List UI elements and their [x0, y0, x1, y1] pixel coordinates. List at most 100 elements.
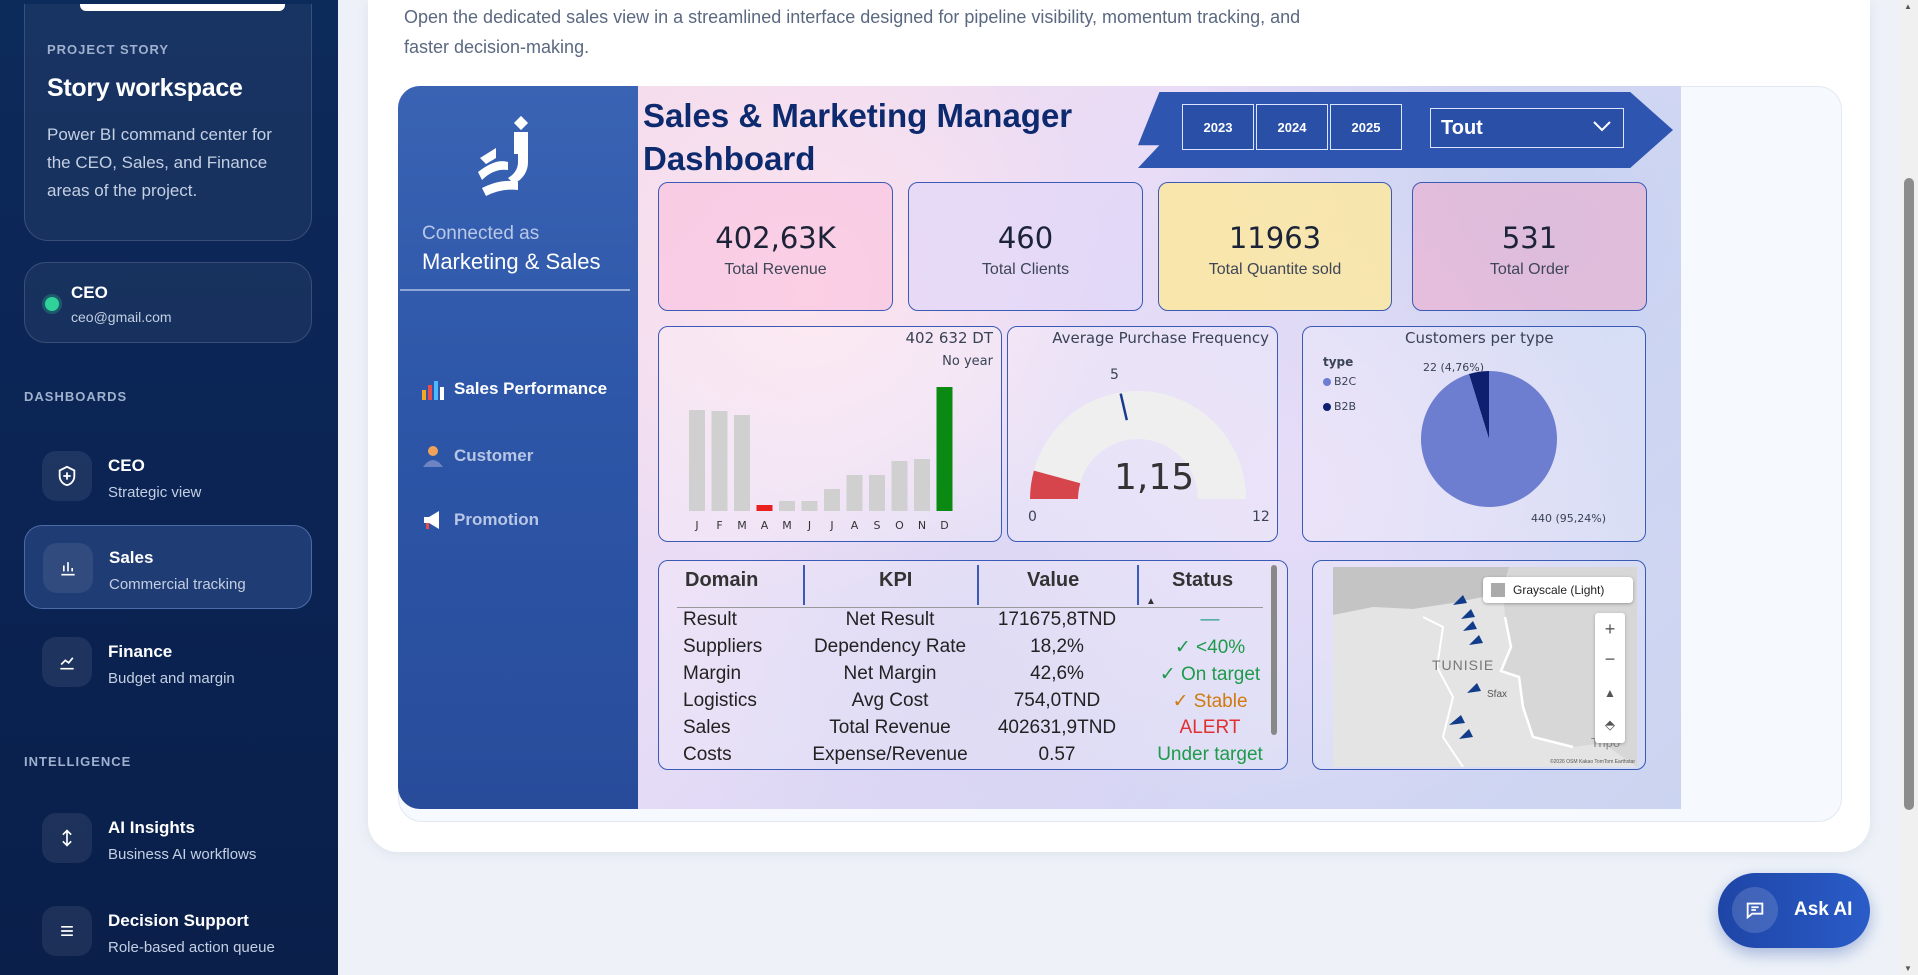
cell-status: Under target: [1157, 744, 1263, 765]
x-tick-label: A: [851, 519, 859, 532]
bar-J[interactable]: [689, 410, 705, 511]
scroll-up-icon[interactable]: ▲: [1904, 2, 1912, 11]
table-scrollbar[interactable]: [1271, 565, 1277, 735]
compass-icon[interactable]: ⬘: [1595, 709, 1625, 741]
bar-J[interactable]: [824, 489, 840, 511]
connected-name: Marketing & Sales: [422, 249, 601, 274]
kpi-card-total-clients[interactable]: 460 Total Clients: [908, 182, 1143, 311]
x-tick-label: J: [829, 519, 833, 532]
monthly-revenue-chart-panel[interactable]: 402 632 DT No year JFMAMJJASOND: [658, 326, 1002, 542]
kpi-label: Total Quantite sold: [1208, 261, 1342, 278]
bar-N[interactable]: [914, 459, 930, 511]
sidebar-item-finance[interactable]: Finance Budget and margin: [24, 620, 312, 704]
cell-domain: Result: [683, 609, 737, 630]
zoom-out-icon[interactable]: −: [1595, 645, 1625, 677]
bar-chart-icon: [420, 376, 446, 402]
ask-ai-label: Ask AI: [1794, 899, 1853, 920]
category-slicer[interactable]: Tout: [1430, 108, 1624, 148]
kpi-card-total-quantity[interactable]: 11963 Total Quantite sold: [1158, 182, 1392, 311]
sort-ascending-icon[interactable]: ▲: [1146, 596, 1156, 607]
connected-label: Connected as: [422, 223, 540, 244]
scroll-down-icon[interactable]: ▼: [1904, 964, 1912, 973]
x-tick-label: O: [895, 519, 904, 532]
cell-kpi: Expense/Revenue: [812, 744, 968, 765]
bar-O[interactable]: [891, 461, 908, 511]
map-controls: + − ▲ ⬘: [1595, 613, 1625, 743]
report-nav-label: Customer: [454, 446, 534, 465]
divider: [400, 289, 630, 291]
shield-plus-icon: [42, 451, 92, 501]
gauge-target-label: 5: [1110, 367, 1119, 383]
kpi-label: Total Clients: [981, 261, 1070, 278]
sidebar-item-ai-insights[interactable]: AI Insights Business AI workflows: [24, 796, 312, 880]
bar-F[interactable]: [711, 411, 728, 511]
year-button-2024[interactable]: 2024: [1256, 104, 1328, 150]
sidebar-item-subtitle: Strategic view: [108, 484, 202, 501]
map-style-picker[interactable]: Grayscale (Light): [1483, 577, 1633, 603]
year-button-2025[interactable]: 2025: [1330, 104, 1402, 150]
column-header-domain[interactable]: Domain: [685, 569, 758, 592]
sidebar-item-title: Decision Support: [108, 911, 249, 930]
kpi-label: Total Revenue: [724, 261, 827, 278]
cell-value: 0.57: [1038, 744, 1076, 765]
ask-ai-button[interactable]: Ask AI: [1718, 873, 1870, 948]
map-style-label: Grayscale (Light): [1513, 583, 1605, 597]
map-pin-icon: [1459, 729, 1473, 739]
bar-S[interactable]: [869, 475, 885, 511]
report-nav-label: Promotion: [454, 510, 539, 529]
bar-chart-icon: [43, 543, 93, 593]
kpi-value: 402,63K: [715, 221, 836, 255]
sidebar-item-decision-support[interactable]: Decision Support Role-based action queue: [24, 889, 312, 973]
zoom-in-icon[interactable]: +: [1595, 613, 1625, 645]
bar-A[interactable]: [756, 505, 773, 511]
cell-status: ✓ <40%: [1174, 637, 1246, 658]
kpi-status-table-panel[interactable]: Domain KPI Value Status ▲ Result Net Resu…: [658, 560, 1288, 770]
scrollbar-thumb[interactable]: [1904, 178, 1914, 810]
cell-domain: Logistics: [683, 690, 757, 711]
cell-kpi: Avg Cost: [851, 690, 929, 711]
online-status-dot: [45, 297, 59, 311]
chevron-down-icon: [1591, 115, 1613, 142]
map-pin-icon: [1463, 621, 1477, 631]
column-header-status[interactable]: Status: [1172, 569, 1233, 592]
slicer-value: Tout: [1441, 116, 1483, 139]
customers-per-type-panel[interactable]: Customers per type type B2C B2B 22 (4,76…: [1302, 326, 1646, 542]
report-nav-customer[interactable]: Customer: [420, 443, 533, 469]
user-card[interactable]: CEO ceo@gmail.com: [24, 262, 312, 343]
cell-value: 42,6%: [1030, 663, 1084, 684]
pie-slice-b2c[interactable]: [1421, 371, 1557, 507]
column-header-kpi[interactable]: KPI: [879, 569, 912, 592]
bar-J[interactable]: [801, 501, 818, 511]
cell-kpi: Net Result: [845, 609, 935, 630]
map-panel[interactable]: TUNISIE Sfax Tripo Grayscale (Light) + −…: [1312, 560, 1646, 770]
report-nav-sales-performance[interactable]: Sales Performance: [420, 376, 607, 402]
cell-domain: Suppliers: [683, 636, 763, 657]
map[interactable]: TUNISIE Sfax Tripo Grayscale (Light) + −…: [1333, 567, 1637, 767]
sidebar-item-ceo[interactable]: CEO Strategic view: [24, 434, 312, 518]
column-header-value[interactable]: Value: [1027, 569, 1079, 592]
purchase-frequency-gauge-panel[interactable]: Average Purchase Frequency 5 1,15 0 12: [1007, 326, 1278, 542]
cell-value: 402631,9TND: [997, 717, 1117, 738]
story-card: PROJECT STORY Story workspace Power BI c…: [24, 4, 312, 241]
page-description: Open the dedicated sales view in a strea…: [404, 7, 1301, 57]
report-nav-promotion[interactable]: Promotion: [420, 507, 539, 533]
kpi-value: 460: [997, 221, 1054, 255]
powerbi-report[interactable]: Connected as Marketing & Sales Sales Per…: [398, 86, 1681, 809]
page-scrollbar[interactable]: ▲ ▼: [1900, 0, 1918, 975]
bar-D[interactable]: [936, 387, 953, 511]
kpi-card-total-revenue[interactable]: 402,63K Total Revenue: [658, 182, 893, 311]
bar-M[interactable]: [779, 501, 795, 511]
year-button-2023[interactable]: 2023: [1182, 104, 1254, 150]
x-tick-label: S: [874, 519, 881, 532]
cell-domain: Costs: [683, 744, 732, 765]
gauge-chart: [1030, 391, 1246, 499]
cell-kpi: Total Revenue: [829, 717, 951, 738]
sidebar-item-sales[interactable]: Sales Commercial tracking: [24, 525, 312, 609]
tilt-icon[interactable]: ▲: [1595, 677, 1625, 709]
kpi-card-total-order[interactable]: 531 Total Order: [1412, 182, 1647, 311]
section-label-intelligence: INTELLIGENCE: [24, 754, 132, 769]
bar-M[interactable]: [734, 415, 750, 511]
user-email: ceo@gmail.com: [71, 309, 172, 325]
user-role: CEO: [71, 283, 108, 302]
bar-A[interactable]: [846, 475, 863, 511]
